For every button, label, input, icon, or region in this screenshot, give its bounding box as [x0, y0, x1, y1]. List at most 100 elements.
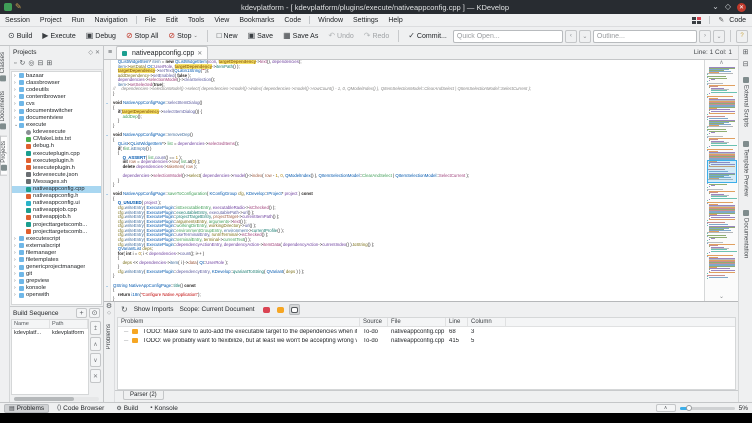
menu-edit[interactable]: Edit: [161, 17, 183, 24]
build-button[interactable]: ⊙ Build: [4, 30, 36, 42]
minimap-up-arrow-icon[interactable]: ∧: [719, 60, 723, 67]
minimap[interactable]: ∧ ⌄: [704, 60, 738, 301]
tree-item-konsole[interactable]: › konsole: [12, 285, 101, 292]
statusbar-konsole-button[interactable]: ▪ Konsole: [146, 404, 182, 413]
scope-button[interactable]: Scope: Current Document: [179, 306, 254, 313]
dock-tab-documentation[interactable]: Documentation: [742, 205, 749, 263]
problem-row[interactable]: ─ TODO: Make sure to auto-add the executa…: [118, 327, 735, 336]
outline-input[interactable]: [592, 29, 697, 43]
dock-tab-classes[interactable]: Classes: [0, 48, 6, 85]
quick-open-input[interactable]: [452, 29, 563, 43]
close-button[interactable]: ✕: [737, 2, 746, 12]
tree-item-nativeappconfig-cpp[interactable]: nativeappconfig.cpp: [12, 185, 101, 193]
tree-item-documentview[interactable]: › documentview: [12, 115, 101, 122]
expand-all-icon[interactable]: ⊞: [46, 60, 52, 67]
column-line[interactable]: Line: [446, 318, 468, 326]
execute-button[interactable]: ▶ Execute: [38, 30, 79, 42]
new-button[interactable]: □ New: [213, 30, 242, 42]
statusbar-problems-button[interactable]: ▤ Problems: [4, 403, 50, 413]
tree-item-debug-h[interactable]: debug.h: [12, 143, 101, 150]
problem-row[interactable]: ─ TODO: we probably want to flexibilize, …: [118, 336, 735, 345]
tree-item-kdevexecute[interactable]: kdevexecute: [12, 129, 101, 136]
dock-tab-documents[interactable]: Documents: [0, 87, 6, 133]
build-sequence-row[interactable]: kdevplatf... kdevplatform: [12, 329, 88, 337]
errors-filter[interactable]: [261, 304, 272, 315]
nav-back-dropdown[interactable]: ⌄: [578, 29, 591, 43]
move-down-button[interactable]: ∨: [90, 353, 101, 367]
menu-view[interactable]: View: [209, 17, 234, 24]
fold-marker[interactable]: [104, 297, 111, 301]
nav-forward-dropdown[interactable]: ⌄: [713, 29, 725, 43]
problems-table[interactable]: Problem Source File Line Column ─ TODO: Make …: [117, 317, 736, 390]
code-editor[interactable]: QListWidgetItem* item = new QListWidgetI…: [104, 60, 704, 301]
reload-project-icon[interactable]: ↻: [19, 60, 25, 67]
tree-item-executeplugin-cpp[interactable]: executeplugin.cpp: [12, 150, 101, 157]
commit-button[interactable]: ✓ Commit...: [404, 30, 451, 42]
debug-button[interactable]: ▣ Debug: [82, 30, 120, 42]
column-source[interactable]: Source: [360, 318, 388, 326]
minimap-down-arrow-icon[interactable]: ⌄: [719, 294, 724, 301]
split-view-icon[interactable]: ⊞: [743, 48, 749, 56]
move-top-button[interactable]: ↥: [90, 321, 101, 335]
dock-tab-external-scripts[interactable]: External Scripts: [742, 72, 749, 132]
nav-forward-button[interactable]: ›: [699, 29, 711, 43]
tree-item-nativeappconfig-ui[interactable]: nativeappconfig.ui: [12, 200, 101, 207]
minimap-content[interactable]: [706, 67, 737, 294]
project-tree[interactable]: › bazaar › classbrowser › codeutils › contentbr…: [11, 71, 102, 305]
tree-item-nativeappconfig-h[interactable]: nativeappconfig.h: [12, 193, 101, 200]
zoom-slider[interactable]: [679, 405, 735, 411]
assistant-lightbulb-button[interactable]: ?: [736, 29, 748, 43]
menu-file[interactable]: File: [140, 17, 161, 24]
tab-nativeappconfig-cpp[interactable]: nativeappconfig.cpp ✕: [116, 46, 209, 59]
menu-settings[interactable]: Settings: [348, 17, 383, 24]
collapse-all-icon[interactable]: ⊟: [37, 60, 43, 67]
tree-item-kdevexecute-json[interactable]: kdevexecute.json: [12, 171, 101, 178]
column-problem[interactable]: Problem: [118, 318, 360, 326]
tree-item-bazaar[interactable]: › bazaar: [12, 72, 101, 79]
tree-item-openwith[interactable]: › openwith: [12, 292, 101, 299]
hints-filter[interactable]: [288, 304, 300, 315]
tree-item-cmakelists-txt[interactable]: CMakeLists.txt: [12, 136, 101, 143]
tree-item-git[interactable]: › git: [12, 271, 101, 278]
maximize-button[interactable]: ◇: [725, 2, 731, 12]
menu-tools[interactable]: Tools: [183, 17, 209, 24]
area-switcher-icon[interactable]: [692, 16, 702, 24]
menu-bookmarks[interactable]: Bookmarks: [234, 17, 279, 24]
tree-item-executescript[interactable]: › executescript: [12, 235, 101, 242]
new-item-icon[interactable]: ▫: [14, 60, 16, 67]
menu-navigation[interactable]: Navigation: [90, 17, 133, 24]
tree-item-externalscript[interactable]: › externalscript: [12, 242, 101, 249]
move-up-button[interactable]: ∧: [90, 337, 101, 351]
undo-button[interactable]: ↶ Undo: [324, 30, 357, 42]
statusbar-build-button[interactable]: ⚙ Build: [112, 404, 142, 413]
menu-help[interactable]: Help: [383, 17, 407, 24]
build-selection-icon[interactable]: ◎: [28, 60, 34, 67]
expand-panel-button[interactable]: ∧: [655, 404, 676, 412]
menu-code[interactable]: Code: [279, 17, 306, 24]
redo-button[interactable]: ↷ Redo: [360, 30, 393, 42]
stop-button[interactable]: ⊘ Stop ⌄: [164, 30, 201, 42]
tree-item-grepview[interactable]: › grepview: [12, 278, 101, 285]
build-sequence-hscrollbar[interactable]: [10, 395, 103, 402]
dock-tab-template-preview[interactable]: Template Preview: [742, 136, 749, 201]
stop-all-button[interactable]: ⊘ Stop All: [122, 30, 162, 42]
tree-item-nativeappjob-cpp[interactable]: nativeappjob.cpp: [12, 207, 101, 214]
tree-item-codeutils[interactable]: › codeutils: [12, 86, 101, 93]
add-to-build-sequence-button[interactable]: +: [76, 308, 87, 318]
tree-item-iexecuteplugin-h[interactable]: iexecuteplugin.h: [12, 164, 101, 171]
document-list-icon[interactable]: ≡: [104, 49, 116, 56]
column-column[interactable]: Column: [468, 318, 506, 326]
column-file[interactable]: File: [388, 318, 446, 326]
float-panel-icon[interactable]: ◇: [88, 49, 93, 56]
close-panel-icon[interactable]: ✕: [95, 49, 100, 56]
tree-item-cvs[interactable]: › cvs: [12, 100, 101, 107]
tree-item-filemanager[interactable]: › filemanager: [12, 249, 101, 256]
toolview-settings-icon[interactable]: ⚙: [106, 302, 112, 310]
tree-item-genericprojectmanager[interactable]: › genericprojectmanager: [12, 264, 101, 271]
warnings-filter[interactable]: [275, 304, 286, 315]
area-code-button[interactable]: Code: [729, 17, 746, 24]
parser-tab[interactable]: Parser (2): [123, 391, 164, 400]
menu-session[interactable]: Session: [0, 17, 35, 24]
dock-icon[interactable]: ⊟: [743, 60, 749, 68]
minimize-button[interactable]: ⌄: [712, 2, 719, 12]
